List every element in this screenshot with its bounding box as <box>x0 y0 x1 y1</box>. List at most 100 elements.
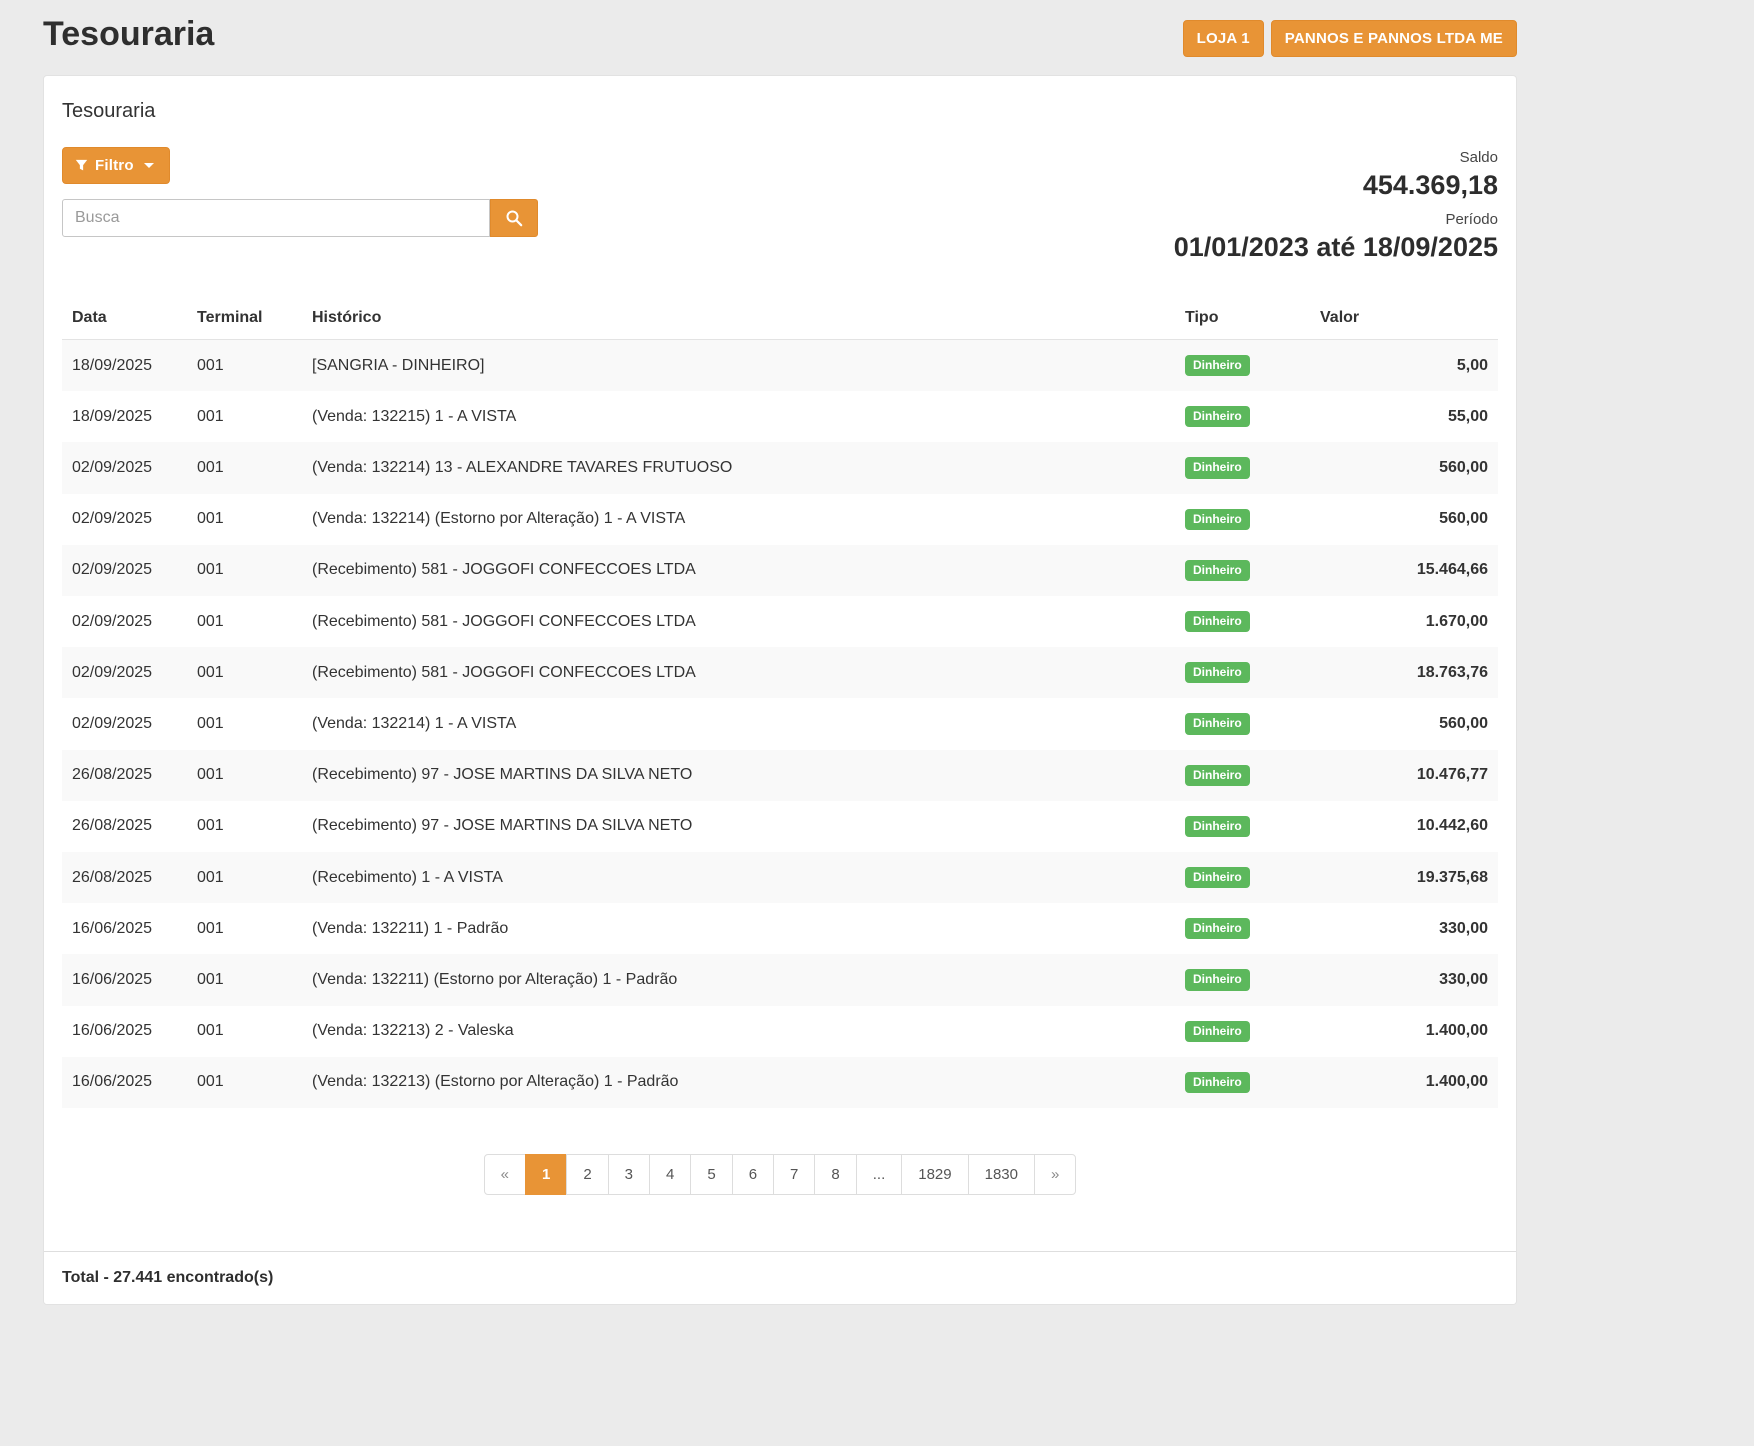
periodo-value: 01/01/2023 até 18/09/2025 <box>1174 232 1498 263</box>
pagination-page-3[interactable]: 3 <box>608 1154 650 1195</box>
cell-tipo: Dinheiro <box>1175 494 1310 545</box>
cell-terminal: 001 <box>187 954 302 1005</box>
toolbar: Filtro <box>62 147 1498 263</box>
cell-tipo: Dinheiro <box>1175 698 1310 749</box>
pagination-page-1830[interactable]: 1830 <box>968 1154 1035 1195</box>
page-header: Tesouraria LOJA 1 PANNOS E PANNOS LTDA M… <box>43 12 1517 75</box>
company-button[interactable]: PANNOS E PANNOS LTDA ME <box>1271 20 1517 57</box>
cell-historico: (Venda: 132214) 13 - ALEXANDRE TAVARES F… <box>302 442 1175 493</box>
pagination: «12345678...18291830» <box>484 1154 1077 1195</box>
pagination-page-8[interactable]: 8 <box>814 1154 856 1195</box>
cell-terminal: 001 <box>187 698 302 749</box>
cell-historico: (Venda: 132215) 1 - A VISTA <box>302 391 1175 442</box>
cell-historico: (Venda: 132213) 2 - Valeska <box>302 1006 1175 1057</box>
toolbar-left: Filtro <box>62 147 538 237</box>
table-row: 18/09/2025 001 [SANGRIA - DINHEIRO] Dinh… <box>62 340 1498 392</box>
filter-button[interactable]: Filtro <box>62 147 170 184</box>
cell-data: 02/09/2025 <box>62 545 187 596</box>
cell-valor: 330,00 <box>1310 903 1498 954</box>
cell-data: 16/06/2025 <box>62 1057 187 1108</box>
tesouraria-panel: Tesouraria Filtro <box>43 75 1517 1305</box>
table-row: 26/08/2025 001 (Recebimento) 97 - JOSE M… <box>62 801 1498 852</box>
pagination-page-6[interactable]: 6 <box>732 1154 774 1195</box>
tipo-badge: Dinheiro <box>1185 662 1250 683</box>
cell-tipo: Dinheiro <box>1175 442 1310 493</box>
header-buttons: LOJA 1 PANNOS E PANNOS LTDA ME <box>1183 16 1517 57</box>
cell-terminal: 001 <box>187 442 302 493</box>
cell-valor: 1.670,00 <box>1310 596 1498 647</box>
saldo-value: 454.369,18 <box>1174 170 1498 201</box>
cell-terminal: 001 <box>187 545 302 596</box>
cell-terminal: 001 <box>187 903 302 954</box>
pagination-prev[interactable]: « <box>484 1154 526 1195</box>
page-title: Tesouraria <box>43 16 214 53</box>
store-button[interactable]: LOJA 1 <box>1183 20 1264 57</box>
tipo-badge: Dinheiro <box>1185 918 1250 939</box>
cell-data: 16/06/2025 <box>62 954 187 1005</box>
table-row: 02/09/2025 001 (Venda: 132214) 1 - A VIS… <box>62 698 1498 749</box>
cell-historico: (Recebimento) 581 - JOGGOFI CONFECCOES L… <box>302 647 1175 698</box>
pagination-next[interactable]: » <box>1034 1154 1076 1195</box>
cell-valor: 10.476,77 <box>1310 750 1498 801</box>
table-row: 02/09/2025 001 (Recebimento) 581 - JOGGO… <box>62 596 1498 647</box>
cell-valor: 10.442,60 <box>1310 801 1498 852</box>
pagination-page-4[interactable]: 4 <box>649 1154 691 1195</box>
cell-historico: (Recebimento) 581 - JOGGOFI CONFECCOES L… <box>302 545 1175 596</box>
table-row: 26/08/2025 001 (Recebimento) 97 - JOSE M… <box>62 750 1498 801</box>
tipo-badge: Dinheiro <box>1185 560 1250 581</box>
page: Tesouraria LOJA 1 PANNOS E PANNOS LTDA M… <box>0 0 1754 1345</box>
cell-data: 02/09/2025 <box>62 442 187 493</box>
pagination-page-5[interactable]: 5 <box>690 1154 732 1195</box>
cell-valor: 19.375,68 <box>1310 852 1498 903</box>
cell-historico: (Recebimento) 97 - JOSE MARTINS DA SILVA… <box>302 750 1175 801</box>
pagination-page-2[interactable]: 2 <box>566 1154 608 1195</box>
cell-data: 16/06/2025 <box>62 903 187 954</box>
cell-historico: (Venda: 132213) (Estorno por Alteração) … <box>302 1057 1175 1108</box>
table-row: 18/09/2025 001 (Venda: 132215) 1 - A VIS… <box>62 391 1498 442</box>
cell-tipo: Dinheiro <box>1175 1006 1310 1057</box>
search-button[interactable] <box>490 199 538 237</box>
cell-valor: 560,00 <box>1310 494 1498 545</box>
cell-terminal: 001 <box>187 801 302 852</box>
cell-terminal: 001 <box>187 750 302 801</box>
cell-valor: 55,00 <box>1310 391 1498 442</box>
column-header-historico: Histórico <box>302 297 1175 340</box>
cell-data: 02/09/2025 <box>62 596 187 647</box>
search-icon <box>505 209 524 228</box>
cell-data: 18/09/2025 <box>62 340 187 392</box>
table-body: 18/09/2025 001 [SANGRIA - DINHEIRO] Dinh… <box>62 340 1498 1108</box>
cell-tipo: Dinheiro <box>1175 954 1310 1005</box>
cell-valor: 1.400,00 <box>1310 1006 1498 1057</box>
cell-historico: (Recebimento) 97 - JOSE MARTINS DA SILVA… <box>302 801 1175 852</box>
panel-footer: Total - 27.441 encontrado(s) <box>44 1251 1516 1304</box>
cell-historico: (Venda: 132214) 1 - A VISTA <box>302 698 1175 749</box>
tipo-badge: Dinheiro <box>1185 406 1250 427</box>
search-group <box>62 199 538 237</box>
tipo-badge: Dinheiro <box>1185 1021 1250 1042</box>
pagination-page-1[interactable]: 1 <box>525 1154 567 1195</box>
filter-button-label: Filtro <box>95 157 134 174</box>
table-row: 02/09/2025 001 (Recebimento) 581 - JOGGO… <box>62 545 1498 596</box>
filter-icon <box>75 159 88 172</box>
cell-tipo: Dinheiro <box>1175 391 1310 442</box>
cell-tipo: Dinheiro <box>1175 340 1310 392</box>
tipo-badge: Dinheiro <box>1185 765 1250 786</box>
pagination-ellipsis: ... <box>856 1154 903 1195</box>
tipo-badge: Dinheiro <box>1185 355 1250 376</box>
cell-tipo: Dinheiro <box>1175 750 1310 801</box>
cell-terminal: 001 <box>187 647 302 698</box>
cell-data: 02/09/2025 <box>62 494 187 545</box>
cell-tipo: Dinheiro <box>1175 647 1310 698</box>
cell-tipo: Dinheiro <box>1175 596 1310 647</box>
pagination-page-7[interactable]: 7 <box>773 1154 815 1195</box>
periodo-label: Período <box>1174 211 1498 228</box>
table-row: 02/09/2025 001 (Recebimento) 581 - JOGGO… <box>62 647 1498 698</box>
panel-body: Filtro <box>44 133 1516 1251</box>
column-header-data: Data <box>62 297 187 340</box>
pagination-page-1829[interactable]: 1829 <box>901 1154 968 1195</box>
cell-tipo: Dinheiro <box>1175 545 1310 596</box>
table-row: 26/08/2025 001 (Recebimento) 1 - A VISTA… <box>62 852 1498 903</box>
cell-data: 26/08/2025 <box>62 750 187 801</box>
cell-data: 26/08/2025 <box>62 852 187 903</box>
search-input[interactable] <box>62 199 490 237</box>
